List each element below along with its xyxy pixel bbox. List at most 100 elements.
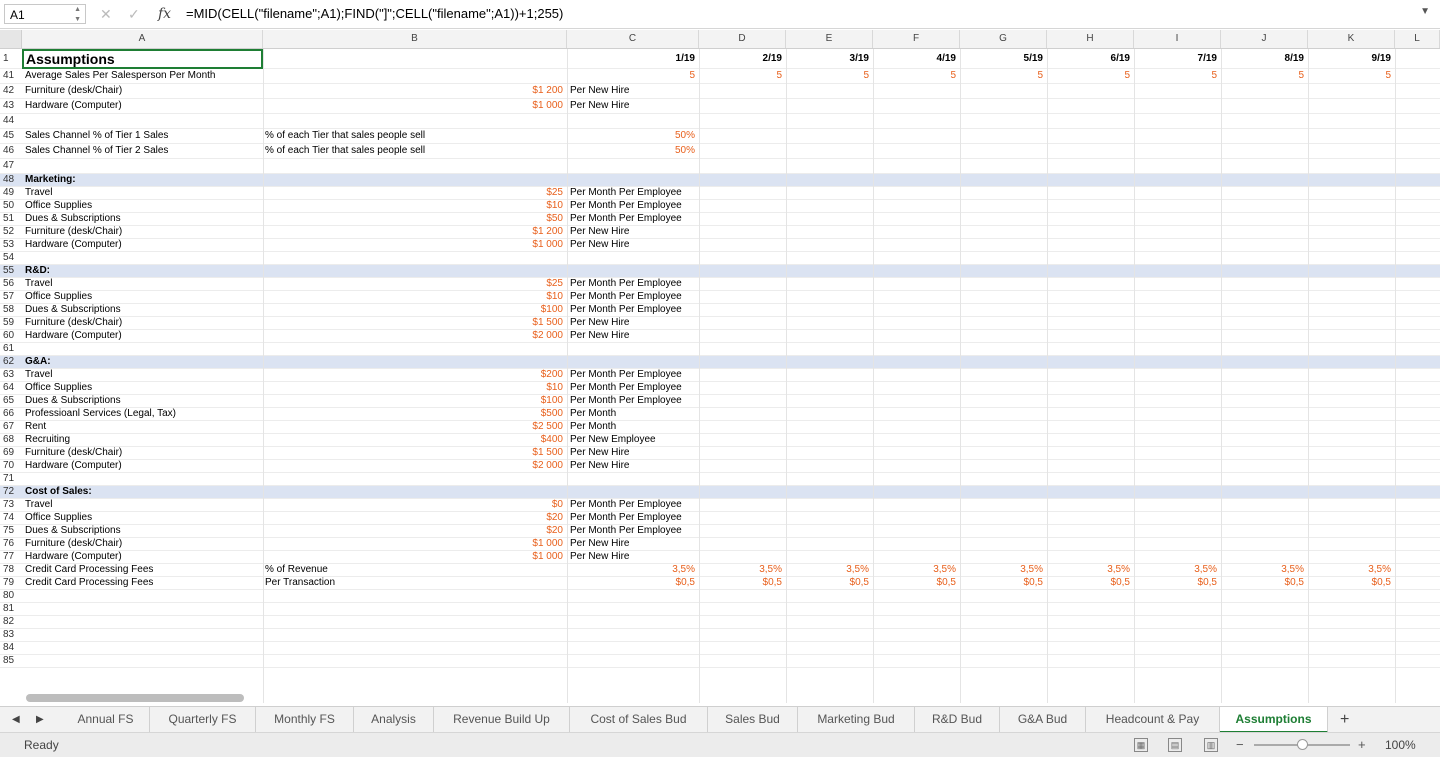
month-header-cell[interactable]: 6/19 bbox=[1047, 49, 1134, 68]
row-number[interactable]: 71 bbox=[0, 473, 22, 485]
row-number[interactable]: 54 bbox=[0, 252, 22, 264]
row-label-cell[interactable]: Average Sales Per Salesperson Per Month bbox=[25, 69, 262, 83]
value-cell[interactable]: $20 bbox=[487, 512, 567, 524]
month-header-cell[interactable]: 5/19 bbox=[960, 49, 1047, 68]
row-number[interactable]: 48 bbox=[0, 174, 22, 186]
row-number[interactable]: 73 bbox=[0, 499, 22, 511]
row-label-cell[interactable]: Dues & Subscriptions bbox=[25, 304, 262, 316]
row-number[interactable]: 74 bbox=[0, 512, 22, 524]
row-number[interactable]: 43 bbox=[0, 99, 22, 113]
row-label-cell[interactable]: Hardware (Computer) bbox=[25, 239, 262, 251]
row-label-cell[interactable]: Dues & Subscriptions bbox=[25, 525, 262, 537]
description-cell[interactable]: % of each Tier that sales people sell bbox=[265, 144, 565, 158]
row-label-cell[interactable]: Hardware (Computer) bbox=[25, 99, 262, 113]
page-layout-view-icon[interactable]: ▤ bbox=[1168, 738, 1182, 752]
row-label-cell[interactable]: Travel bbox=[25, 369, 262, 381]
month-value-cell[interactable]: 3,5% bbox=[1047, 564, 1134, 576]
month-value-cell[interactable]: 5 bbox=[873, 69, 960, 83]
row-number[interactable]: 67 bbox=[0, 421, 22, 433]
month-header-cell[interactable]: 9/19 bbox=[1308, 49, 1395, 68]
unit-cell[interactable]: Per New Hire bbox=[570, 239, 698, 251]
month-value-cell[interactable]: 5 bbox=[1047, 69, 1134, 83]
row-label-cell[interactable]: Office Supplies bbox=[25, 512, 262, 524]
sheet-tab[interactable]: Marketing Bud bbox=[798, 707, 915, 733]
row-label-cell[interactable]: Dues & Subscriptions bbox=[25, 395, 262, 407]
column-header-h[interactable]: H bbox=[1047, 30, 1134, 48]
month-value-cell[interactable]: $0,5 bbox=[567, 577, 699, 589]
add-sheet-button[interactable]: + bbox=[1340, 707, 1349, 733]
month-value-cell[interactable]: 5 bbox=[1134, 69, 1221, 83]
column-header-c[interactable]: C bbox=[567, 30, 699, 48]
row-number[interactable]: 52 bbox=[0, 226, 22, 238]
row-number[interactable]: 82 bbox=[0, 616, 22, 628]
row-number[interactable]: 66 bbox=[0, 408, 22, 420]
row-number[interactable]: 1 bbox=[0, 49, 22, 68]
row-label-cell[interactable]: Marketing: bbox=[25, 174, 262, 186]
value-cell[interactable]: $1 000 bbox=[487, 239, 567, 251]
unit-cell[interactable]: Per Month Per Employee bbox=[570, 512, 698, 524]
month-value-cell[interactable]: 5 bbox=[699, 69, 786, 83]
value-cell[interactable]: $1 500 bbox=[487, 317, 567, 329]
sheet-tab[interactable]: Annual FS bbox=[62, 707, 150, 733]
value-cell[interactable]: $1 000 bbox=[487, 551, 567, 563]
month-value-cell[interactable]: $0,5 bbox=[1134, 577, 1221, 589]
unit-cell[interactable]: Per Month Per Employee bbox=[570, 395, 698, 407]
column-header-k[interactable]: K bbox=[1308, 30, 1395, 48]
row-number[interactable]: 69 bbox=[0, 447, 22, 459]
row-number[interactable]: 63 bbox=[0, 369, 22, 381]
row-label-cell[interactable]: Furniture (desk/Chair) bbox=[25, 84, 262, 98]
row-label-cell[interactable]: Furniture (desk/Chair) bbox=[25, 538, 262, 550]
row-number[interactable]: 42 bbox=[0, 84, 22, 98]
horizontal-scrollbar[interactable] bbox=[26, 694, 244, 702]
sheet-tab[interactable]: Quarterly FS bbox=[150, 707, 256, 733]
row-number[interactable]: 81 bbox=[0, 603, 22, 615]
value-cell[interactable]: $100 bbox=[487, 395, 567, 407]
unit-cell[interactable]: Per New Hire bbox=[570, 460, 698, 472]
row-number[interactable]: 49 bbox=[0, 187, 22, 199]
column-header-g[interactable]: G bbox=[960, 30, 1047, 48]
month-value-cell[interactable]: 5 bbox=[786, 69, 873, 83]
sheet-tab[interactable]: Monthly FS bbox=[256, 707, 354, 733]
unit-cell[interactable]: Per Month bbox=[570, 421, 698, 433]
value-cell[interactable]: $200 bbox=[487, 369, 567, 381]
row-number[interactable]: 80 bbox=[0, 590, 22, 602]
unit-cell[interactable]: Per Month Per Employee bbox=[570, 213, 698, 225]
month-value-cell[interactable]: $0,5 bbox=[873, 577, 960, 589]
normal-view-icon[interactable]: ▦ bbox=[1134, 738, 1148, 752]
value-cell[interactable]: $0 bbox=[487, 499, 567, 511]
row-number[interactable]: 51 bbox=[0, 213, 22, 225]
value-cell[interactable]: $10 bbox=[487, 291, 567, 303]
unit-cell[interactable]: Per Month Per Employee bbox=[570, 200, 698, 212]
row-number[interactable]: 72 bbox=[0, 486, 22, 498]
value-cell[interactable]: $20 bbox=[487, 525, 567, 537]
value-cell[interactable]: $1 000 bbox=[487, 99, 567, 113]
name-box[interactable]: A1 ▲ ▼ bbox=[4, 4, 86, 24]
month-value-cell[interactable]: $0,5 bbox=[786, 577, 873, 589]
unit-cell[interactable]: Per New Hire bbox=[570, 99, 698, 113]
value-cell[interactable]: $100 bbox=[487, 304, 567, 316]
value-cell[interactable]: $2 000 bbox=[487, 330, 567, 342]
row-number[interactable]: 76 bbox=[0, 538, 22, 550]
unit-cell[interactable]: Per New Hire bbox=[570, 84, 698, 98]
unit-cell[interactable]: Per New Hire bbox=[570, 330, 698, 342]
row-number[interactable]: 62 bbox=[0, 356, 22, 368]
row-number[interactable]: 61 bbox=[0, 343, 22, 355]
unit-cell[interactable]: Per Month Per Employee bbox=[570, 369, 698, 381]
prev-sheet-icon[interactable]: ◀ bbox=[12, 707, 20, 733]
value-cell[interactable]: $10 bbox=[487, 200, 567, 212]
value-cell[interactable]: $2 500 bbox=[487, 421, 567, 433]
row-label-cell[interactable]: Sales Channel % of Tier 2 Sales bbox=[25, 144, 262, 158]
row-number[interactable]: 79 bbox=[0, 577, 22, 589]
row-label-cell[interactable]: Travel bbox=[25, 278, 262, 290]
row-number[interactable]: 45 bbox=[0, 129, 22, 143]
value-cell[interactable]: $500 bbox=[487, 408, 567, 420]
month-value-cell[interactable]: $0,5 bbox=[1047, 577, 1134, 589]
unit-cell[interactable]: Per Month Per Employee bbox=[570, 291, 698, 303]
month-value-cell[interactable]: 3,5% bbox=[960, 564, 1047, 576]
row-number[interactable]: 57 bbox=[0, 291, 22, 303]
month-value-cell[interactable]: 5 bbox=[1308, 69, 1395, 83]
month-value-cell[interactable]: 5 bbox=[567, 69, 699, 83]
column-header-f[interactable]: F bbox=[873, 30, 960, 48]
row-label-cell[interactable]: Recruiting bbox=[25, 434, 262, 446]
row-number[interactable]: 70 bbox=[0, 460, 22, 472]
